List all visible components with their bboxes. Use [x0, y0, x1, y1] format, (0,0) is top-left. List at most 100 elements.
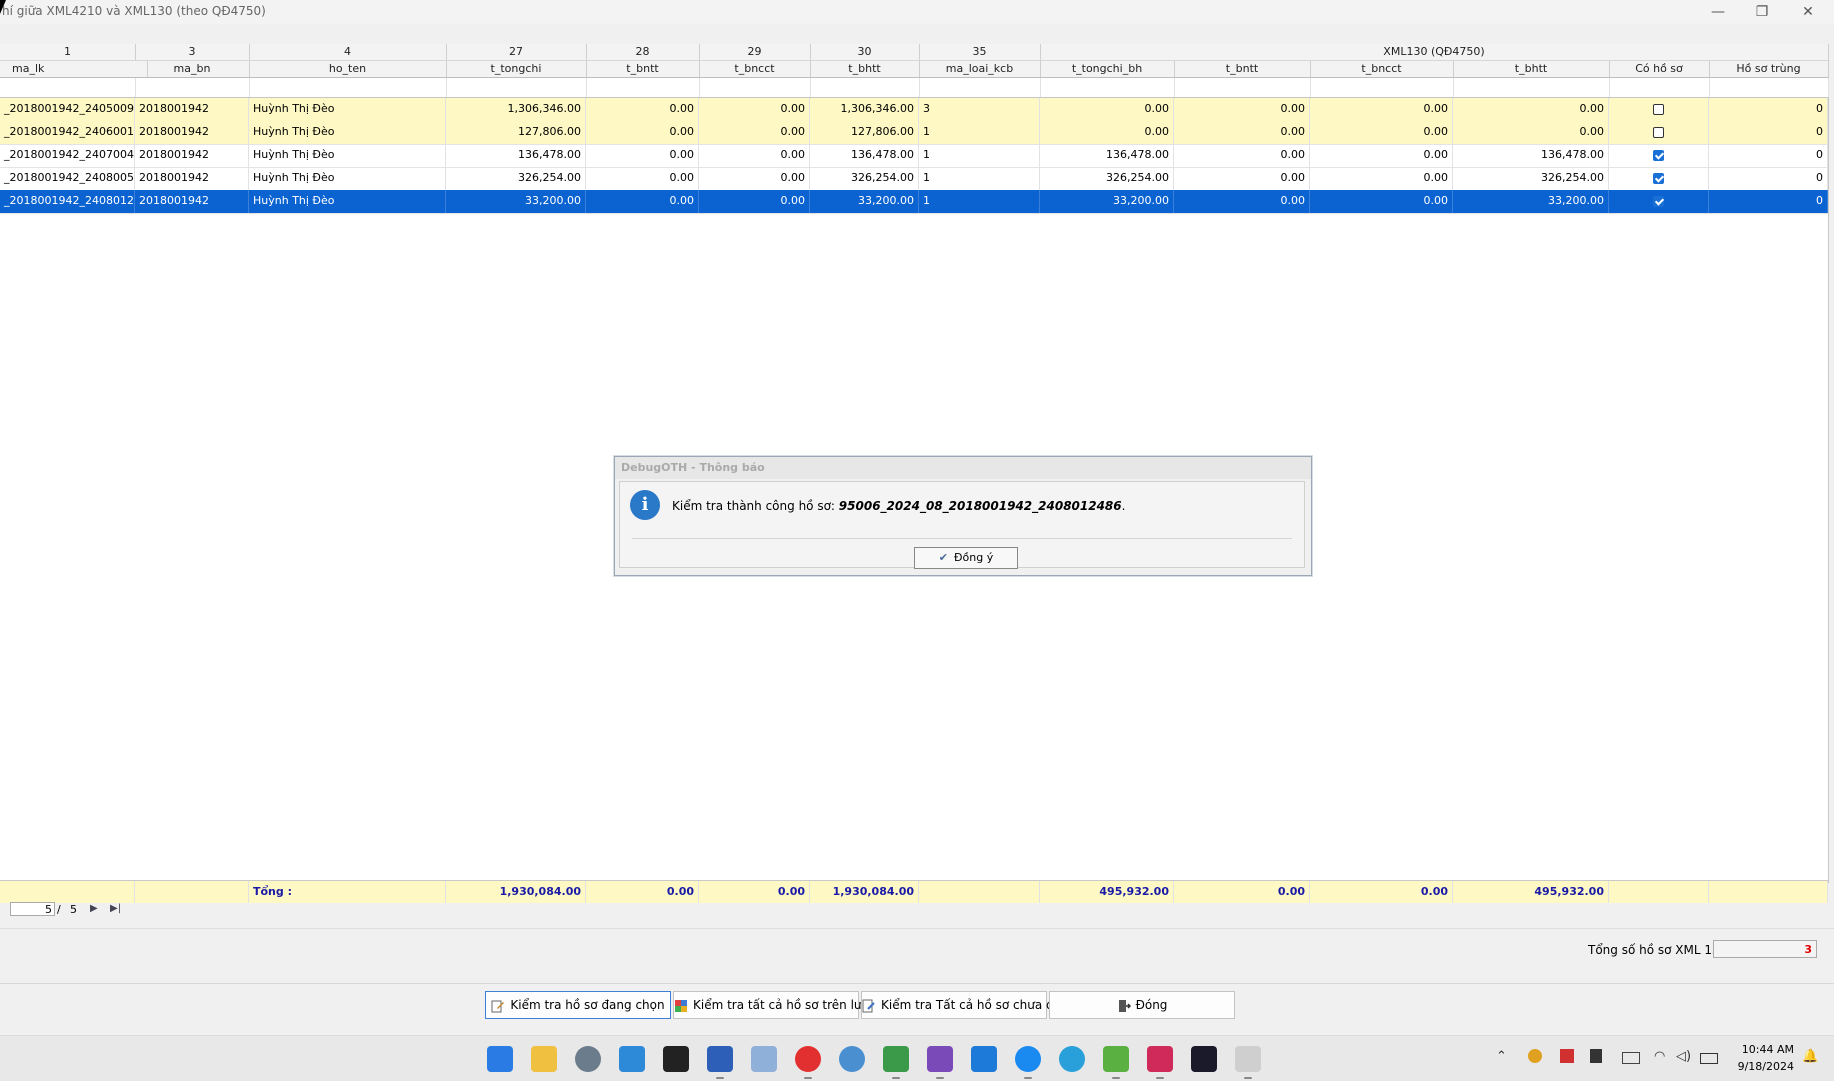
table-row[interactable]: _2018001942_2406001... 2018001942 Huỳnh Th… [0, 121, 1828, 145]
header-t-tongchi[interactable]: t_tongchi [446, 61, 587, 77]
header-ma-bn[interactable]: ma_bn [135, 61, 250, 77]
filter-row[interactable] [0, 78, 1829, 99]
co-ho-so-checkbox[interactable] [1653, 149, 1664, 161]
filter-cell[interactable] [919, 78, 1041, 97]
zalo-icon[interactable] [1015, 1046, 1041, 1072]
header-xml130-t-bhtt[interactable]: t_bhtt [1453, 61, 1610, 77]
header-ma-loai-kcb[interactable]: ma_loai_kcb [919, 61, 1041, 77]
col-number-28: 28 [586, 44, 700, 60]
terminal-icon[interactable] [663, 1046, 689, 1072]
page-number-input[interactable]: 5 [10, 902, 55, 916]
filter-cell[interactable] [1040, 78, 1175, 97]
cell-t-bncct: 0.00 [699, 98, 810, 121]
battery-icon[interactable] [1700, 1053, 1718, 1064]
filter-cell[interactable] [699, 78, 811, 97]
clock[interactable]: 10:44 AM 9/18/2024 [1734, 1041, 1794, 1075]
dialog-message: Kiểm tra thành công hồ sơ: 95006_2024_08… [672, 499, 1125, 513]
monitor-app-icon[interactable] [751, 1046, 777, 1072]
close-window-button[interactable]: ✕ [1788, 2, 1828, 22]
header-xml130-t-bntt[interactable]: t_bntt [1174, 61, 1311, 77]
filter-cell[interactable] [1609, 78, 1710, 97]
filter-cell[interactable] [249, 78, 447, 97]
filter-cell[interactable] [1453, 78, 1610, 97]
vscode-icon[interactable] [971, 1046, 997, 1072]
next-page-icon[interactable]: ▶ [90, 903, 98, 914]
check-selected-label: Kiểm tra hồ sơ đang chọn [510, 998, 665, 1012]
last-page-icon[interactable]: ▶| [110, 903, 121, 914]
header-t-bntt[interactable]: t_bntt [586, 61, 700, 77]
filter-cell[interactable] [446, 78, 587, 97]
check-all-wrong-button[interactable]: Kiểm tra Tất cả hồ sơ chưa đúng [861, 991, 1076, 1019]
cell-xml130-t-tongchi-bh: 0.00 [1040, 121, 1174, 144]
wifi-icon[interactable]: ◠ [1654, 1049, 1665, 1064]
filter-cell[interactable] [1709, 78, 1829, 97]
spreadsheet-app-icon[interactable] [883, 1046, 909, 1072]
header-t-bhtt[interactable]: t_bhtt [810, 61, 920, 77]
telegram-icon[interactable] [1059, 1046, 1085, 1072]
cell-ma-bn: 2018001942 [135, 144, 249, 167]
settings-icon[interactable] [575, 1046, 601, 1072]
filter-cell[interactable] [1310, 78, 1454, 97]
ok-button[interactable]: ✔ Đồng ý [914, 547, 1018, 569]
table-row[interactable]: _2018001942_2405009... 2018001942 Huỳnh Th… [0, 98, 1828, 122]
cell-ma-lk: _2018001942_2407004... [0, 144, 135, 167]
co-ho-so-checkbox[interactable] [1653, 172, 1664, 184]
chrome-tray-icon[interactable] [1528, 1049, 1542, 1063]
powershell-icon[interactable] [707, 1046, 733, 1072]
filter-cell[interactable] [1174, 78, 1311, 97]
header-ho-so-trung[interactable]: Hồ sơ trùng [1709, 61, 1829, 77]
vivaldi-tray-icon[interactable] [1560, 1049, 1574, 1063]
close-button[interactable]: Đóng [1049, 991, 1235, 1019]
table-row[interactable]: _2018001942_2408005... 2018001942 Huỳnh Th… [0, 167, 1828, 191]
header-t-bncct[interactable]: t_bncct [699, 61, 811, 77]
filter-cell[interactable] [0, 78, 136, 97]
header-co-ho-so[interactable]: Có hồ sơ [1609, 61, 1710, 77]
header-xml130-t-bncct[interactable]: t_bncct [1310, 61, 1454, 77]
cell-ho-so-trung: 0 [1709, 144, 1828, 167]
restore-button[interactable]: ❐ [1742, 2, 1782, 22]
table-row[interactable]: _2018001942_2407004... 2018001942 Huỳnh Th… [0, 144, 1828, 168]
cell-co-ho-so [1609, 144, 1709, 167]
cell-ho-so-trung: 0 [1709, 98, 1828, 121]
cell-xml130-t-bhtt: 0.00 [1453, 121, 1609, 144]
visual-studio-icon[interactable] [927, 1046, 953, 1072]
co-ho-so-checkbox[interactable] [1653, 195, 1664, 207]
total-xml130-t-bncct: 0.00 [1310, 881, 1453, 903]
tray-chevron-icon[interactable]: ⌃ [1496, 1049, 1507, 1064]
action-bar: Kiểm tra hồ sơ đang chọn Kiểm tra tất cả… [0, 983, 1834, 1036]
sql-app-icon[interactable] [795, 1046, 821, 1072]
dialog-divider [632, 538, 1292, 539]
cell-ho-ten: Huỳnh Thị Đèo [249, 144, 446, 167]
cell-xml130-t-bhtt: 136,478.00 [1453, 144, 1609, 167]
clipboard-tray-icon[interactable] [1590, 1049, 1602, 1063]
cell-xml130-t-tongchi-bh: 326,254.00 [1040, 167, 1174, 190]
star-app-icon[interactable] [1147, 1046, 1173, 1072]
check-all-grid-button[interactable]: Kiểm tra tất cả hồ sơ trên lưới [673, 991, 872, 1019]
header-xml130-t-tongchi-bh[interactable]: t_tongchi_bh [1040, 61, 1175, 77]
cell-xml130-t-bncct: 0.00 [1310, 144, 1453, 167]
search-app-icon[interactable] [619, 1046, 645, 1072]
filter-cell[interactable] [586, 78, 700, 97]
package-app-icon[interactable] [1103, 1046, 1129, 1072]
keyboard-icon[interactable] [1622, 1052, 1640, 1064]
minimize-button[interactable]: — [1698, 2, 1738, 22]
filter-cell[interactable] [135, 78, 250, 97]
dialog-message-suffix: . [1121, 499, 1126, 513]
header-ma-lk[interactable]: ma_lk [0, 61, 148, 77]
cell-xml130-t-tongchi-bh: 136,478.00 [1040, 144, 1174, 167]
volume-icon[interactable]: ◁) [1676, 1049, 1691, 1064]
header-ho-ten[interactable]: ho_ten [249, 61, 447, 77]
browser-app-icon[interactable] [839, 1046, 865, 1072]
start-icon[interactable] [487, 1046, 513, 1072]
filter-cell[interactable] [810, 78, 920, 97]
remote-app-icon[interactable] [1191, 1046, 1217, 1072]
check-all-wrong-label: Kiểm tra Tất cả hồ sơ chưa đúng [881, 998, 1077, 1012]
check-selected-button[interactable]: Kiểm tra hồ sơ đang chọn [485, 991, 671, 1019]
file-explorer-icon[interactable] [531, 1046, 557, 1072]
total-t-bntt: 0.00 [586, 881, 699, 903]
notification-bell-icon[interactable]: 🔔 [1802, 1049, 1818, 1064]
table-row[interactable]: _2018001942_2408012... 2018001942 Huỳnh Th… [0, 190, 1828, 214]
co-ho-so-checkbox[interactable] [1653, 126, 1664, 138]
co-ho-so-checkbox[interactable] [1653, 103, 1664, 115]
oth-app-icon[interactable] [1235, 1046, 1261, 1072]
